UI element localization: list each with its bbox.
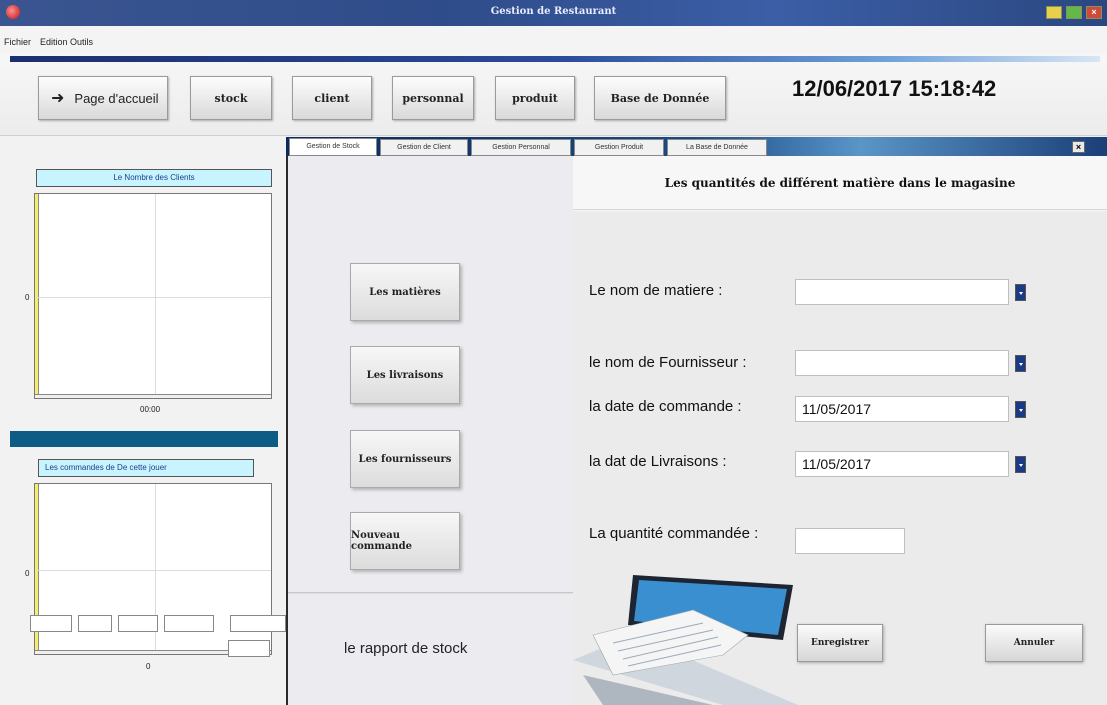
matiere-combo[interactable]	[795, 279, 1026, 305]
tab-base-de-donnee[interactable]: La Base de Donnée	[667, 139, 767, 156]
calendar-dropdown-icon[interactable]	[1015, 456, 1026, 473]
left-panel: Le Nombre des Clients 0 00:00 Les comman…	[0, 137, 286, 705]
date-livraison-label: la dat de Livraisons :	[589, 453, 727, 470]
livraisons-button[interactable]: Les livraisons	[350, 346, 460, 404]
tab-strip: Gestion de Stock Gestion de Client Gesti…	[286, 137, 1107, 156]
dropdown-icon[interactable]	[1015, 284, 1026, 301]
tab-gestion-stock[interactable]: Gestion de Stock	[289, 138, 377, 156]
chart2-x-tick: 0	[146, 662, 151, 671]
datetime-display: 12/06/2017 15:18:42	[792, 76, 997, 101]
matiere-label: Le nom de matiere :	[589, 282, 723, 299]
clients-chart-title: Le Nombre des Clients	[36, 169, 272, 187]
chart2-y-tick: 0	[25, 569, 30, 578]
tab-gestion-produit[interactable]: Gestion Produit	[574, 139, 664, 156]
database-button[interactable]: Base de Donnée	[594, 76, 726, 120]
legend-box	[230, 615, 286, 632]
fournisseurs-button[interactable]: Les fournisseurs	[350, 430, 460, 488]
maximize-button[interactable]	[1066, 6, 1082, 19]
stock-report-link[interactable]: le rapport de stock	[344, 640, 467, 657]
tab-gestion-client[interactable]: Gestion de Client	[380, 139, 468, 156]
title-bar: Gestion de Restaurant ×	[0, 0, 1107, 26]
stock-button[interactable]: stock	[190, 76, 272, 120]
tab-gestion-personnal[interactable]: Gestion Personnal	[471, 139, 571, 156]
legend-box	[30, 615, 72, 632]
fournisseur-label: le nom de Fournisseur :	[589, 354, 747, 371]
legend-box	[228, 640, 270, 657]
date-livraison-picker[interactable]: 11/05/2017	[795, 451, 1026, 477]
client-button[interactable]: client	[292, 76, 372, 120]
date-commande-picker[interactable]: 11/05/2017	[795, 396, 1026, 422]
arrow-right-icon: ➜	[51, 90, 65, 107]
chart1-y-tick: 0	[25, 293, 30, 302]
decor-stripe	[10, 56, 1100, 62]
divider	[288, 592, 573, 594]
dropdown-icon[interactable]	[1015, 355, 1026, 372]
legend-box	[118, 615, 158, 632]
quantite-label: La quantité commandée :	[589, 525, 759, 542]
matieres-button[interactable]: Les matières	[350, 263, 460, 321]
orders-chart-title: Les commandes de De cette jouer	[38, 459, 254, 477]
nouveau-commande-button[interactable]: Nouveau commande	[350, 512, 460, 570]
date-commande-label: la date de commande :	[589, 398, 742, 415]
window-title: Gestion de Restaurant	[490, 6, 617, 17]
stock-menu-panel: Les matières Les livraisons Les fourniss…	[286, 156, 573, 705]
home-button[interactable]: ➜ Page d'accueil	[38, 76, 168, 120]
cancel-button[interactable]: Annuler	[985, 624, 1083, 662]
laptop-invoice-illustration	[573, 575, 798, 705]
chart1-x-tick: 00:00	[140, 405, 161, 414]
close-window-button[interactable]: ×	[1086, 6, 1102, 19]
minimize-button[interactable]	[1046, 6, 1062, 19]
personnal-button[interactable]: personnal	[392, 76, 474, 120]
menu-edition[interactable]: Edition	[40, 37, 68, 47]
form-header: Les quantités de différent matière dans …	[573, 156, 1107, 210]
section-divider	[10, 431, 278, 447]
menu-fichier[interactable]: Fichier	[4, 37, 31, 47]
top-nav-bar: ➜ Page d'accueil stock client personnal …	[0, 54, 1107, 136]
menu-outils[interactable]: Outils	[70, 37, 93, 47]
fournisseur-combo[interactable]	[795, 350, 1026, 376]
legend-box	[78, 615, 112, 632]
clients-chart	[34, 193, 272, 399]
quantite-input[interactable]	[795, 528, 905, 554]
home-label: Page d'accueil	[74, 90, 159, 106]
menu-bar: Fichier Edition Outils	[0, 26, 1107, 54]
close-tab-button[interactable]: ×	[1072, 141, 1085, 153]
legend-box	[164, 615, 214, 632]
form-title: Les quantités de différent matière dans …	[664, 176, 1016, 190]
calendar-dropdown-icon[interactable]	[1015, 401, 1026, 418]
produit-button[interactable]: produit	[495, 76, 575, 120]
save-button[interactable]: Enregistrer	[797, 624, 883, 662]
